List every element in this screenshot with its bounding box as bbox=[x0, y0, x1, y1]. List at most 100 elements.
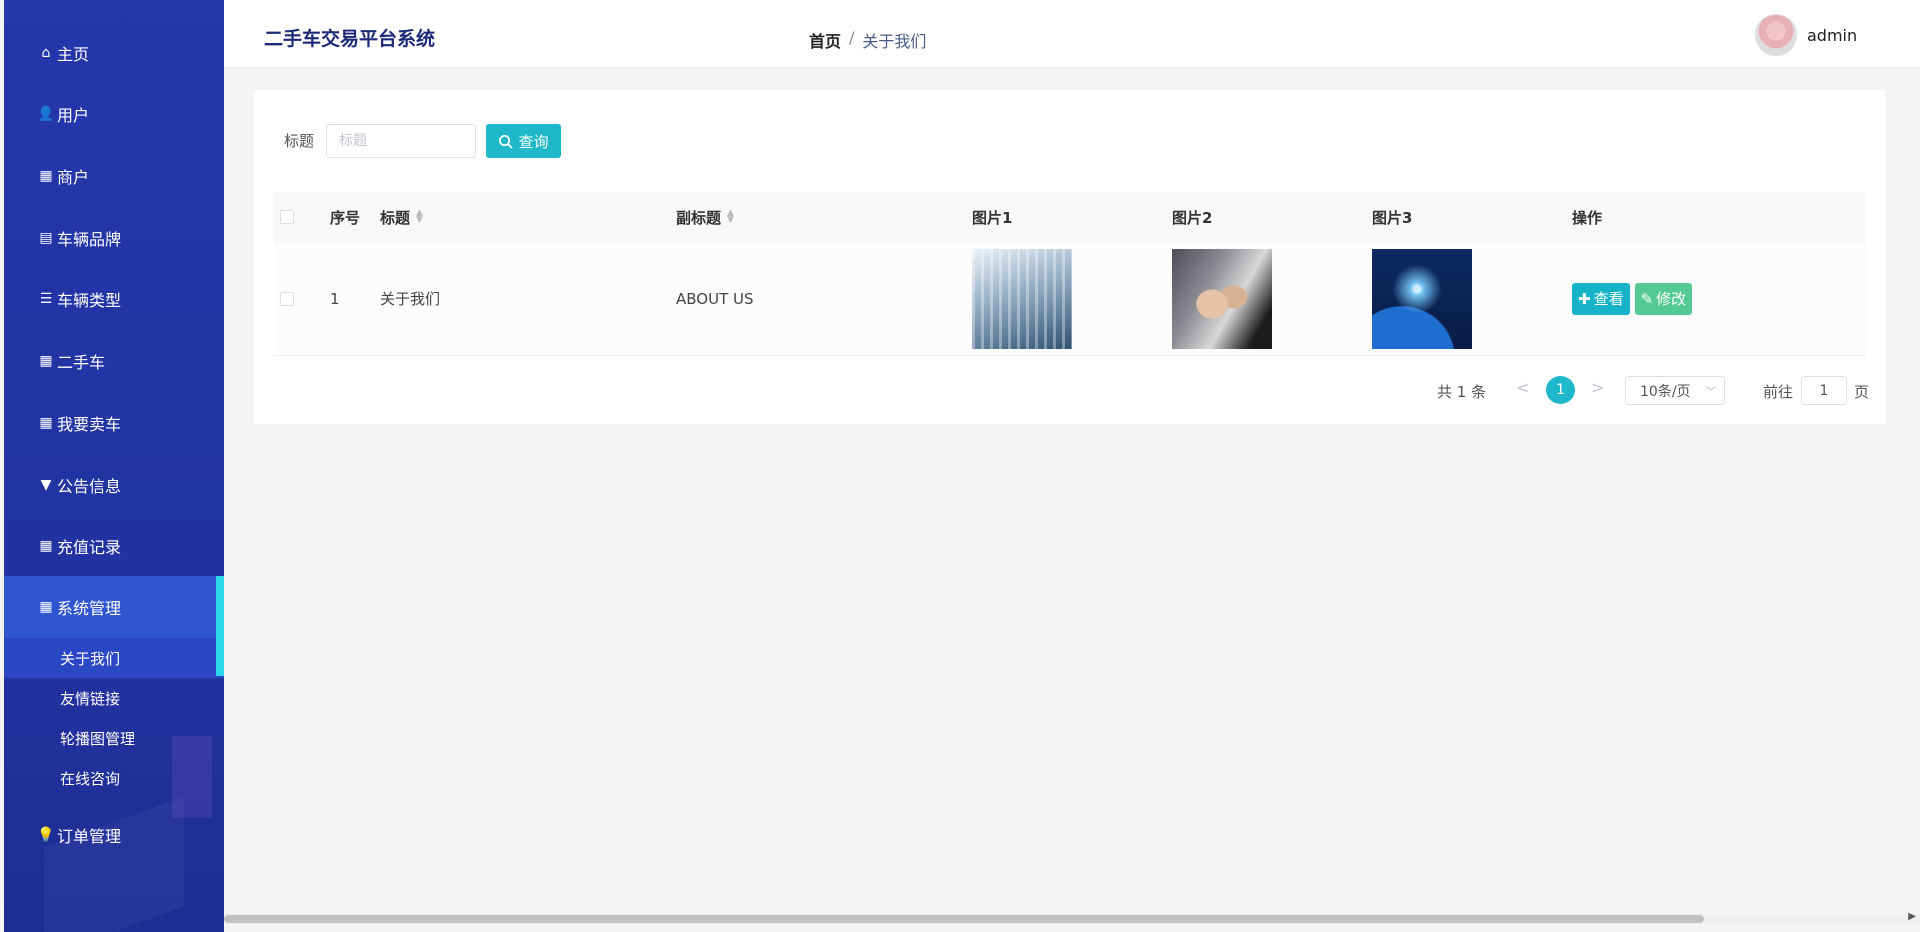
sidebar-item-recharge[interactable]: ▦ 充值记录 bbox=[4, 526, 224, 566]
home-icon: ⌂ bbox=[41, 45, 51, 61]
column-header-subtitle-label: 副标题 bbox=[676, 208, 722, 227]
scrollbar-thumb[interactable] bbox=[224, 915, 1704, 923]
column-header-title-label: 标题 bbox=[380, 208, 411, 227]
handshake-image[interactable] bbox=[1172, 248, 1272, 349]
edit-button[interactable]: ✎ 修改 bbox=[1634, 282, 1693, 315]
breadcrumb-home[interactable]: 首页 bbox=[809, 28, 841, 52]
grid-icon: ▦ bbox=[39, 599, 53, 615]
column-header-actions: 操作 bbox=[1572, 208, 1603, 227]
sidebar-item-announcements[interactable]: ▼ 公告信息 bbox=[4, 465, 224, 505]
row-actions: ✚ 查看 ✎ 修改 bbox=[1572, 242, 1866, 355]
search-button-label: 查询 bbox=[518, 132, 549, 151]
submenu-item-carousel[interactable]: 轮播图管理 bbox=[60, 723, 135, 753]
search-button[interactable]: 查询 bbox=[486, 124, 561, 158]
data-table: 序号 标题 ▲ ▼ 副标题 ▲ ▼ 图片1 图片2 图片3 操作 1 关于我们 AB… bbox=[274, 192, 1866, 356]
chevron-down-icon: ﹀ bbox=[1706, 387, 1716, 398]
sort-icon[interactable]: ▲ ▼ bbox=[416, 209, 423, 225]
view-button[interactable]: ✚ 查看 bbox=[1572, 282, 1630, 315]
avatar[interactable] bbox=[1755, 14, 1797, 56]
grid-icon: ▦ bbox=[39, 168, 53, 184]
row-subtitle: ABOUT US bbox=[676, 289, 754, 308]
sidebar-item-label: 用户 bbox=[57, 106, 90, 125]
sidebar-item-system[interactable]: ▦ 系统管理 bbox=[4, 576, 224, 638]
view-button-label: 查看 bbox=[1593, 290, 1624, 308]
search-input[interactable] bbox=[326, 124, 476, 158]
sidebar-item-label: 车辆品牌 bbox=[57, 230, 122, 249]
search-icon bbox=[499, 134, 513, 148]
sidebar-item-users[interactable]: 👤 用户 bbox=[4, 94, 224, 134]
pagination-next[interactable]: > bbox=[1591, 378, 1604, 397]
pagination-total: 共 1 条 bbox=[1437, 383, 1487, 401]
header-select-cell bbox=[274, 192, 330, 242]
breadcrumb-current: 关于我们 bbox=[862, 32, 927, 51]
row-select-cell bbox=[274, 242, 330, 355]
sidebar-item-label: 公告信息 bbox=[57, 477, 122, 496]
goto-suffix: 页 bbox=[1854, 383, 1870, 401]
user-icon: 👤 bbox=[37, 106, 55, 122]
search-label: 标题 bbox=[284, 132, 315, 150]
column-header-title[interactable]: 标题 ▲ ▼ bbox=[380, 192, 676, 242]
sidebar-item-label: 商户 bbox=[57, 168, 90, 187]
sidebar-item-label: 充值记录 bbox=[57, 538, 122, 557]
row-image3-cell bbox=[1372, 242, 1572, 355]
row-checkbox[interactable] bbox=[280, 291, 294, 306]
list-icon: ☰ bbox=[39, 291, 53, 307]
scroll-right-icon[interactable]: ▶ bbox=[1908, 911, 1916, 922]
submenu-item-about[interactable]: 关于我们 bbox=[60, 643, 120, 673]
sidebar-item-label: 系统管理 bbox=[57, 599, 122, 618]
app-title: 二手车交易平台系统 bbox=[264, 28, 436, 50]
page-size-select[interactable]: 10条/页 ﹀ bbox=[1625, 376, 1725, 405]
sidebar-item-merchants[interactable]: ▦ 商户 bbox=[4, 156, 224, 196]
sidebar-item-orders[interactable]: 💡 订单管理 bbox=[4, 815, 224, 855]
globe-image[interactable] bbox=[1372, 248, 1472, 349]
sidebar-item-types[interactable]: ☰ 车辆类型 bbox=[4, 279, 224, 319]
content-card: 标题 查询 序号 标题 ▲▼ 副标题 ▲▼ 图片1 图片2 图片3 操作 bbox=[254, 90, 1886, 424]
table-row: 1 关于我们 ABOUT US ✚ 查看 ✎ 修改 bbox=[274, 242, 1866, 356]
column-header-image3: 图片3 bbox=[1372, 208, 1413, 227]
sidebar-item-label: 我要卖车 bbox=[57, 415, 122, 434]
pagination-prev[interactable]: < bbox=[1516, 378, 1529, 397]
table-header: 序号 标题 ▲ ▼ 副标题 ▲ ▼ 图片1 图片2 图片3 操作 bbox=[274, 192, 1866, 242]
submenu-item-links[interactable]: 友情链接 bbox=[60, 683, 120, 713]
submenu-item-consult[interactable]: 在线咨询 bbox=[60, 763, 120, 793]
bulb-icon: 💡 bbox=[37, 827, 55, 843]
edit-icon: ✎ bbox=[1640, 289, 1654, 308]
horizontal-scrollbar[interactable]: ▶ bbox=[224, 911, 1920, 924]
sidebar-item-home[interactable]: ⌂ 主页 bbox=[4, 33, 224, 73]
grid-icon: ▦ bbox=[39, 415, 53, 431]
clipboard-icon: ▤ bbox=[39, 230, 53, 246]
sidebar-item-sell-car[interactable]: ▦ 我要卖车 bbox=[4, 403, 224, 443]
row-image1-cell bbox=[972, 242, 1172, 355]
row-image2-cell bbox=[1172, 242, 1372, 355]
breadcrumb: 首页 / 关于我们 bbox=[809, 28, 926, 52]
building-image[interactable] bbox=[972, 248, 1072, 349]
row-index: 1 bbox=[330, 289, 340, 308]
select-all-checkbox[interactable] bbox=[280, 210, 294, 224]
active-indicator bbox=[216, 576, 224, 676]
sidebar-item-label: 二手车 bbox=[57, 353, 106, 372]
bookmark-icon: ▼ bbox=[40, 477, 52, 493]
sidebar-item-used-cars[interactable]: ▦ 二手车 bbox=[4, 341, 224, 381]
sidebar-item-label: 主页 bbox=[57, 45, 90, 64]
username[interactable]: admin bbox=[1807, 26, 1857, 45]
goto-label: 前往 bbox=[1763, 383, 1794, 401]
sidebar-item-label: 订单管理 bbox=[57, 827, 122, 846]
page-size-value: 10条/页 bbox=[1640, 383, 1691, 400]
sidebar-item-brands[interactable]: ▤ 车辆品牌 bbox=[4, 218, 224, 258]
goto-page-input[interactable] bbox=[1801, 376, 1847, 405]
sidebar: ⌂ 主页 👤 用户 ▦ 商户 ▤ 车辆品牌 ☰ 车辆类型 ▦ 二手车 ▦ 我要卖… bbox=[4, 0, 224, 932]
sidebar-item-label: 车辆类型 bbox=[57, 291, 122, 310]
grid-icon: ▦ bbox=[39, 353, 53, 369]
grid-icon: ▦ bbox=[39, 538, 53, 554]
sort-icon[interactable]: ▲ ▼ bbox=[727, 209, 734, 225]
column-header-subtitle[interactable]: 副标题 ▲ ▼ bbox=[676, 192, 972, 242]
top-header: 二手车交易平台系统 首页 / 关于我们 admin bbox=[224, 0, 1920, 68]
row-title: 关于我们 bbox=[380, 290, 441, 308]
pagination-page-1[interactable]: 1 bbox=[1546, 376, 1575, 404]
breadcrumb-separator: / bbox=[849, 28, 855, 47]
plus-icon: ✚ bbox=[1578, 289, 1591, 308]
column-header-image1: 图片1 bbox=[972, 208, 1013, 227]
edit-button-label: 修改 bbox=[1656, 290, 1687, 308]
column-header-image2: 图片2 bbox=[1172, 208, 1213, 227]
column-header-index: 序号 bbox=[330, 208, 361, 227]
